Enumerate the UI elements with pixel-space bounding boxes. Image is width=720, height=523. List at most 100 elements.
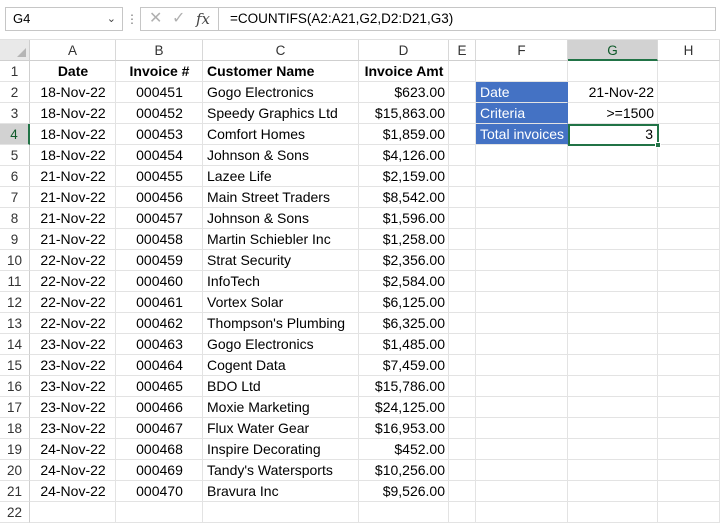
column-header-b[interactable]: B <box>116 40 203 61</box>
table-cell[interactable]: 000464 <box>116 355 203 376</box>
grid-cell[interactable] <box>449 418 476 439</box>
table-cell[interactable]: Strat Security <box>203 250 359 271</box>
table-cell[interactable]: Flux Water Gear <box>203 418 359 439</box>
grid-cell[interactable] <box>568 187 658 208</box>
grid-cell[interactable] <box>658 145 720 166</box>
row-header-19[interactable]: 19 <box>0 439 30 460</box>
more-dots-icon[interactable]: ⋮ <box>126 8 138 30</box>
grid-cell[interactable] <box>449 355 476 376</box>
row-header-17[interactable]: 17 <box>0 397 30 418</box>
grid-cell[interactable] <box>568 61 658 82</box>
grid-cell[interactable] <box>476 481 568 502</box>
grid-cell[interactable] <box>658 397 720 418</box>
table-cell[interactable]: Johnson & Sons <box>203 145 359 166</box>
grid-cell[interactable] <box>568 439 658 460</box>
table-cell[interactable]: 000456 <box>116 187 203 208</box>
row-header-13[interactable]: 13 <box>0 313 30 334</box>
grid-cell[interactable] <box>568 313 658 334</box>
table-cell[interactable]: 000468 <box>116 439 203 460</box>
row-header-12[interactable]: 12 <box>0 292 30 313</box>
grid-cell[interactable] <box>658 334 720 355</box>
table-cell[interactable]: Moxie Marketing <box>203 397 359 418</box>
grid-cell[interactable] <box>449 145 476 166</box>
grid-cell[interactable] <box>449 82 476 103</box>
grid-cell[interactable] <box>568 460 658 481</box>
grid-cell[interactable] <box>116 502 203 523</box>
grid-cell[interactable] <box>568 208 658 229</box>
table-cell[interactable]: Lazee Life <box>203 166 359 187</box>
table-cell[interactable]: 24-Nov-22 <box>30 439 116 460</box>
table-cell[interactable]: $452.00 <box>359 439 449 460</box>
table-cell[interactable]: 24-Nov-22 <box>30 460 116 481</box>
table-cell[interactable]: Main Street Traders <box>203 187 359 208</box>
grid-cell[interactable] <box>658 376 720 397</box>
table-cell[interactable]: Cogent Data <box>203 355 359 376</box>
grid-cell[interactable] <box>658 82 720 103</box>
table-cell[interactable]: $4,126.00 <box>359 145 449 166</box>
grid-cell[interactable] <box>568 355 658 376</box>
table-cell[interactable]: 23-Nov-22 <box>30 397 116 418</box>
name-box[interactable]: G4 ⌄ <box>5 7 123 31</box>
grid-cell[interactable] <box>658 250 720 271</box>
grid-cell[interactable] <box>476 229 568 250</box>
grid-cell[interactable] <box>658 481 720 502</box>
table-cell[interactable]: 21-Nov-22 <box>30 229 116 250</box>
column-header-f[interactable]: F <box>476 40 568 61</box>
grid-cell[interactable] <box>449 229 476 250</box>
grid-cell[interactable] <box>568 250 658 271</box>
grid-cell[interactable] <box>658 292 720 313</box>
row-header-8[interactable]: 8 <box>0 208 30 229</box>
grid-cell[interactable] <box>568 376 658 397</box>
row-header-18[interactable]: 18 <box>0 418 30 439</box>
table-cell[interactable]: 18-Nov-22 <box>30 124 116 145</box>
table-cell[interactable]: 18-Nov-22 <box>30 103 116 124</box>
table-cell[interactable]: 000453 <box>116 124 203 145</box>
table-cell[interactable]: $1,859.00 <box>359 124 449 145</box>
row-header-6[interactable]: 6 <box>0 166 30 187</box>
criteria-value[interactable]: >=1500 <box>568 103 658 124</box>
table-cell[interactable]: $15,786.00 <box>359 376 449 397</box>
table-cell[interactable]: 000469 <box>116 460 203 481</box>
table-cell[interactable]: 23-Nov-22 <box>30 355 116 376</box>
active-cell-total-invoices[interactable]: 3 <box>568 124 659 146</box>
table-cell[interactable]: Gogo Electronics <box>203 334 359 355</box>
row-header-21[interactable]: 21 <box>0 481 30 502</box>
table-cell[interactable]: 000462 <box>116 313 203 334</box>
grid-cell[interactable] <box>568 292 658 313</box>
table-cell[interactable]: $16,953.00 <box>359 418 449 439</box>
table-cell[interactable]: 22-Nov-22 <box>30 250 116 271</box>
table-cell[interactable]: 000452 <box>116 103 203 124</box>
table-cell[interactable]: 000467 <box>116 418 203 439</box>
row-header-16[interactable]: 16 <box>0 376 30 397</box>
grid-cell[interactable] <box>658 313 720 334</box>
table-cell[interactable]: Vortex Solar <box>203 292 359 313</box>
table-cell[interactable]: BDO Ltd <box>203 376 359 397</box>
insert-function-icon[interactable]: fx <box>196 8 210 30</box>
grid-cell[interactable] <box>449 250 476 271</box>
grid-cell[interactable] <box>658 166 720 187</box>
table-cell[interactable]: $6,325.00 <box>359 313 449 334</box>
grid-cell[interactable] <box>476 313 568 334</box>
grid-cell[interactable] <box>568 166 658 187</box>
grid-cell[interactable] <box>658 439 720 460</box>
table-cell[interactable]: Comfort Homes <box>203 124 359 145</box>
table-cell[interactable]: 000459 <box>116 250 203 271</box>
grid-cell[interactable] <box>449 271 476 292</box>
row-header-2[interactable]: 2 <box>0 82 30 103</box>
row-header-10[interactable]: 10 <box>0 250 30 271</box>
table-cell[interactable]: 21-Nov-22 <box>30 187 116 208</box>
column-header-h[interactable]: H <box>658 40 720 61</box>
table-cell[interactable]: 000466 <box>116 397 203 418</box>
grid-cell[interactable] <box>658 229 720 250</box>
table-cell[interactable]: 22-Nov-22 <box>30 292 116 313</box>
grid-cell[interactable] <box>476 145 568 166</box>
grid-cell[interactable] <box>658 124 720 145</box>
table-cell[interactable]: Tandy's Watersports <box>203 460 359 481</box>
table-cell[interactable]: 000460 <box>116 271 203 292</box>
grid-cell[interactable] <box>449 61 476 82</box>
column-header-c[interactable]: C <box>203 40 359 61</box>
chevron-down-icon[interactable]: ⌄ <box>107 8 116 30</box>
enter-icon[interactable]: ✓ <box>172 8 185 30</box>
table-cell[interactable]: $1,258.00 <box>359 229 449 250</box>
table-cell[interactable]: $623.00 <box>359 82 449 103</box>
